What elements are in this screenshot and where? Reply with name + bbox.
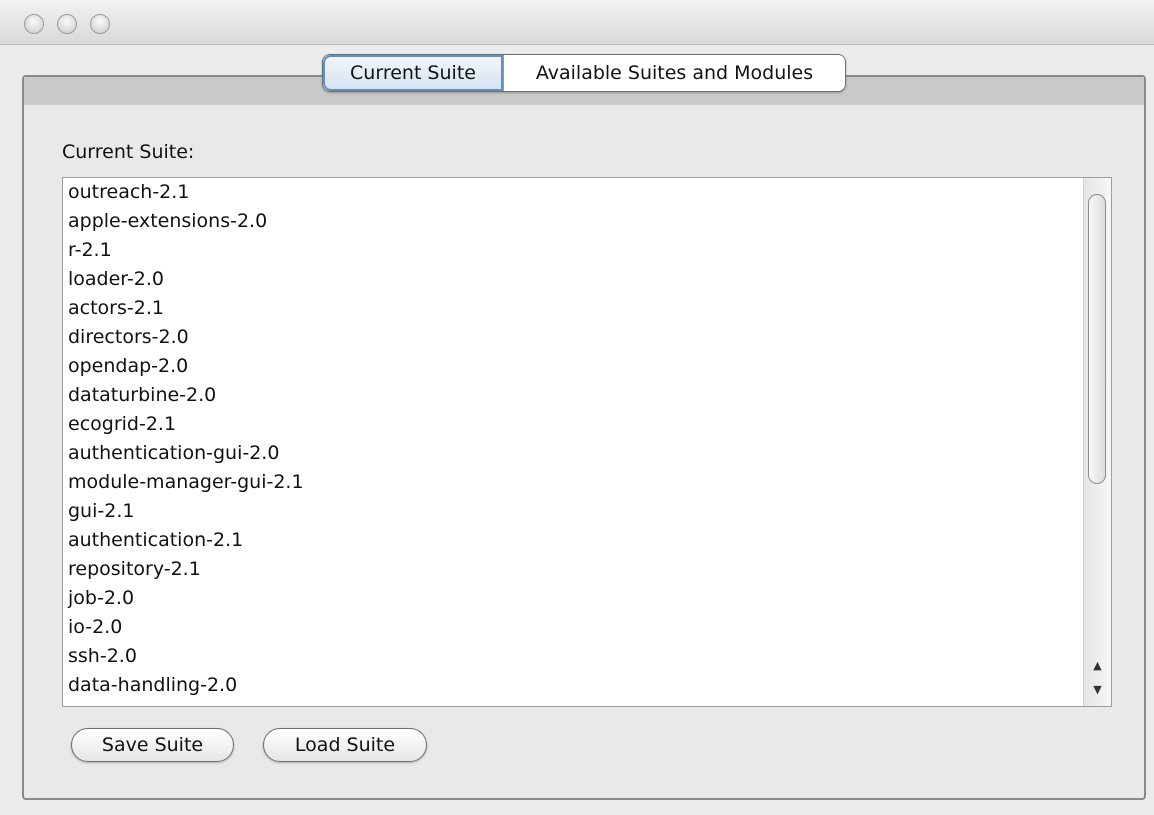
scrollbar-thumb[interactable]: [1088, 194, 1106, 484]
scroll-up-arrow-icon[interactable]: ▲: [1084, 656, 1111, 676]
zoom-window-button[interactable]: [90, 14, 110, 34]
load-suite-button[interactable]: Load Suite: [263, 728, 427, 762]
list-item[interactable]: r-2.1: [63, 236, 304, 265]
list-item[interactable]: io-2.0: [63, 613, 304, 642]
tab-bar: Current Suite Available Suites and Modul…: [322, 54, 846, 92]
vertical-scrollbar[interactable]: ▲ ▼: [1083, 178, 1111, 706]
list-item[interactable]: apple-extensions-2.0: [63, 207, 304, 236]
list-item[interactable]: job-2.0: [63, 584, 304, 613]
minimize-window-button[interactable]: [57, 14, 77, 34]
current-suite-list[interactable]: outreach-2.1 apple-extensions-2.0 r-2.1 loa…: [62, 177, 1112, 707]
list-item[interactable]: data-handling-2.0: [63, 671, 304, 700]
list-item[interactable]: gui-2.1: [63, 497, 304, 526]
title-bar[interactable]: [0, 0, 1154, 45]
suite-items: outreach-2.1 apple-extensions-2.0 r-2.1 loa…: [63, 178, 304, 700]
list-item[interactable]: authentication-gui-2.0: [63, 439, 304, 468]
list-item[interactable]: dataturbine-2.0: [63, 381, 304, 410]
tab-current-suite[interactable]: Current Suite: [323, 55, 503, 91]
application-window: Current Suite Available Suites and Modul…: [0, 0, 1154, 815]
list-item[interactable]: directors-2.0: [63, 323, 304, 352]
list-item[interactable]: ssh-2.0: [63, 642, 304, 671]
list-item[interactable]: ecogrid-2.1: [63, 410, 304, 439]
scroll-down-arrow-icon[interactable]: ▼: [1084, 680, 1111, 700]
list-item[interactable]: opendap-2.0: [63, 352, 304, 381]
list-item[interactable]: loader-2.0: [63, 265, 304, 294]
current-suite-label: Current Suite:: [62, 141, 195, 163]
close-window-button[interactable]: [24, 14, 44, 34]
save-suite-button[interactable]: Save Suite: [71, 728, 234, 762]
list-item[interactable]: outreach-2.1: [63, 178, 304, 207]
tab-available-suites-and-modules[interactable]: Available Suites and Modules: [503, 55, 845, 91]
list-item[interactable]: actors-2.1: [63, 294, 304, 323]
list-item[interactable]: module-manager-gui-2.1: [63, 468, 304, 497]
list-item[interactable]: repository-2.1: [63, 555, 304, 584]
list-item[interactable]: authentication-2.1: [63, 526, 304, 555]
